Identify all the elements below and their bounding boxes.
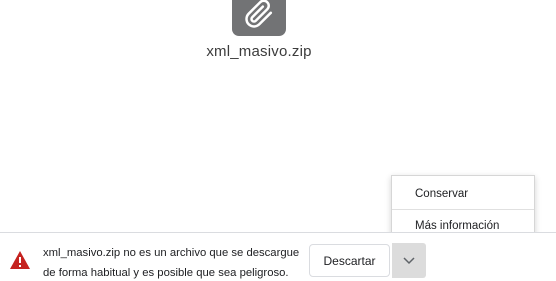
chevron-down-icon: [403, 253, 415, 268]
warning-line-1: xml_masivo.zip no es un archivo que se d…: [43, 247, 300, 259]
file-tile[interactable]: [232, 0, 286, 36]
warning-triangle-icon: [9, 250, 31, 270]
download-bar: xml_masivo.zip no es un archivo que se d…: [0, 232, 556, 281]
menu-item-keep[interactable]: Conservar: [392, 178, 534, 209]
paperclip-icon: [244, 0, 274, 34]
warning-line-2: de forma habitual y es posible que sea p…: [43, 267, 289, 279]
discard-button[interactable]: Descartar: [309, 244, 390, 277]
file-name: xml_masivo.zip: [206, 43, 312, 60]
download-warning-text: xml_masivo.zip no es un archivo que se d…: [43, 243, 305, 281]
more-options-button[interactable]: [392, 243, 426, 278]
